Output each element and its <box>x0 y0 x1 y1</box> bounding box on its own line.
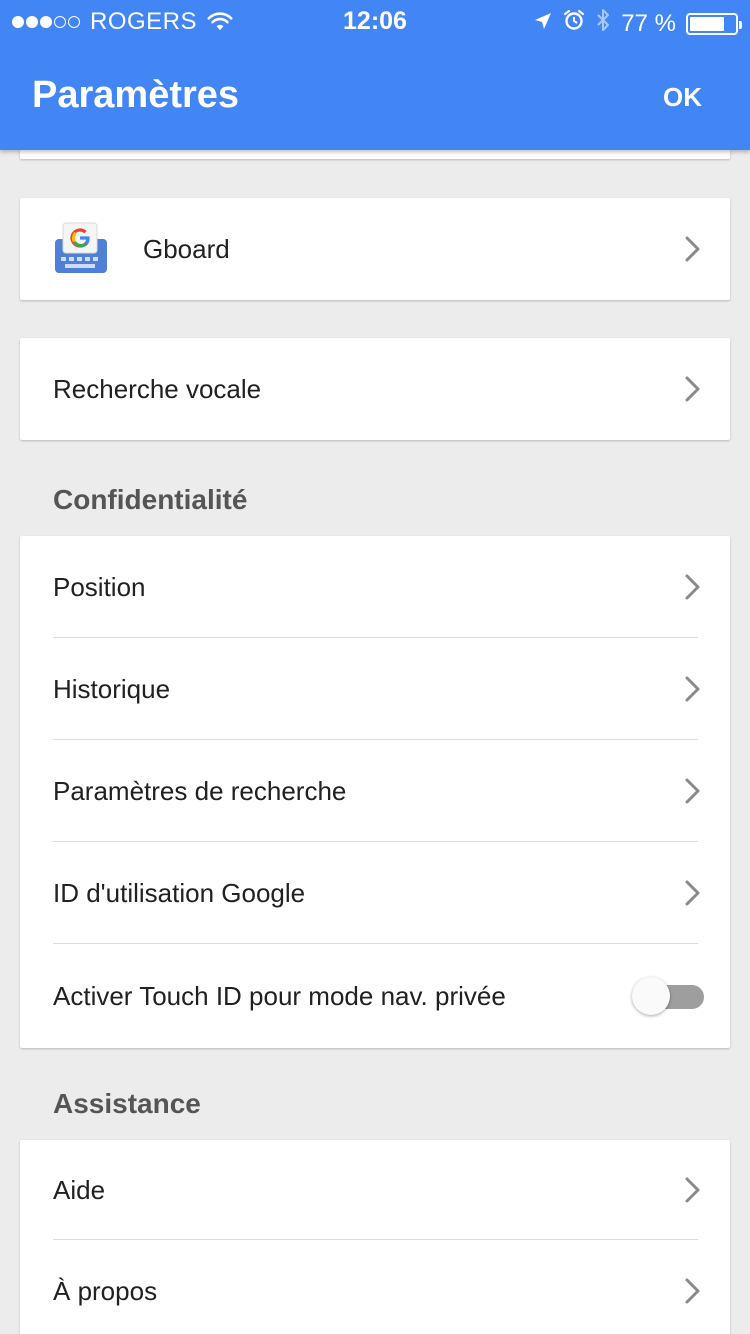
list-item-label: Historique <box>53 673 171 704</box>
support-item-help[interactable]: Aide <box>20 1140 730 1240</box>
list-item-label: ID d'utilisation Google <box>53 877 306 908</box>
privacy-item-position[interactable]: Position <box>20 536 730 638</box>
voice-search-label: Recherche vocale <box>53 373 262 404</box>
list-item-label: Aide <box>53 1174 106 1205</box>
chevron-right-icon <box>684 777 702 805</box>
privacy-item-history[interactable]: Historique <box>20 638 730 740</box>
status-right: 77 % <box>523 8 742 39</box>
bluetooth-icon <box>595 8 611 39</box>
support-section-header: Assistance <box>53 1088 201 1119</box>
status-bar: ROGERS 12:06 77 % <box>0 0 750 40</box>
privacy-item-google-usage-id[interactable]: ID d'utilisation Google <box>20 842 730 944</box>
chevron-right-icon <box>684 879 702 907</box>
chevron-right-icon <box>684 675 702 703</box>
gboard-card: Gboard <box>20 198 730 300</box>
app-header: ROGERS 12:06 77 % Paramètres OK <box>0 0 750 150</box>
support-card: Aide À propos <box>20 1140 730 1334</box>
page-title: Paramètres <box>32 74 240 116</box>
privacy-item-search-settings[interactable]: Paramètres de recherche <box>20 740 730 842</box>
toggle-thumb <box>632 977 670 1015</box>
privacy-item-touch-id: Activer Touch ID pour mode nav. privée <box>20 944 730 1048</box>
chevron-right-icon <box>684 573 702 601</box>
voice-search-row[interactable]: Recherche vocale <box>20 338 730 440</box>
list-item-label: Activer Touch ID pour mode nav. privée <box>53 980 506 1011</box>
chevron-right-icon <box>684 1277 702 1305</box>
battery-percentage: 77 % <box>621 9 676 37</box>
chevron-right-icon <box>684 375 702 403</box>
chevron-right-icon <box>684 1176 702 1204</box>
list-item-label: À propos <box>53 1275 158 1306</box>
voice-search-card: Recherche vocale <box>20 338 730 440</box>
privacy-section-header: Confidentialité <box>53 484 248 515</box>
list-item-label: Position <box>53 571 146 602</box>
previous-card <box>20 150 730 159</box>
touch-id-toggle[interactable] <box>632 976 704 1016</box>
ok-button[interactable]: OK <box>663 82 702 113</box>
alarm-icon <box>563 9 585 38</box>
settings-content[interactable]: Gboard Recherche vocale Confidentialité … <box>0 150 750 1334</box>
gboard-row[interactable]: Gboard <box>20 198 730 300</box>
gboard-label: Gboard <box>143 233 230 264</box>
privacy-card: Position Historique Paramètres de recher… <box>20 536 730 1048</box>
chevron-right-icon <box>684 235 702 263</box>
list-item-label: Paramètres de recherche <box>53 775 347 806</box>
support-item-about[interactable]: À propos <box>20 1240 730 1334</box>
battery-icon <box>686 12 742 35</box>
battery-fill <box>690 16 724 31</box>
location-arrow-icon <box>533 10 553 38</box>
gboard-app-icon <box>53 221 109 277</box>
